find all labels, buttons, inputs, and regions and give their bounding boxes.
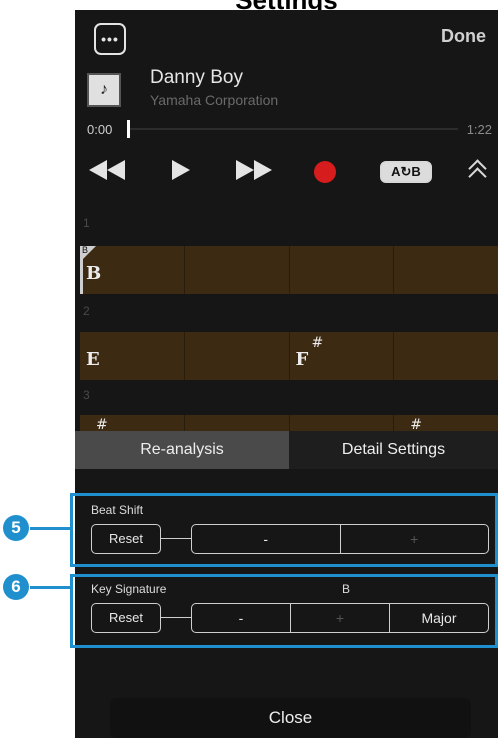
total-time: 1:22 xyxy=(466,122,492,137)
play-button[interactable] xyxy=(172,160,192,182)
done-button[interactable]: Done xyxy=(441,26,486,47)
fast-forward-button[interactable] xyxy=(236,160,276,182)
chord-row: E F # xyxy=(80,332,498,380)
more-options-button[interactable]: ••• xyxy=(94,23,126,55)
chord-cell[interactable] xyxy=(184,246,290,294)
chord-name: E xyxy=(86,349,100,370)
song-artist: Yamaha Corporation xyxy=(150,92,279,108)
ellipsis-icon: ••• xyxy=(101,31,119,47)
current-time: 0:00 xyxy=(87,122,113,137)
rewind-icon xyxy=(89,160,107,180)
collapse-button[interactable] xyxy=(467,156,489,186)
chord-cell[interactable]: B B xyxy=(80,245,185,294)
tab-bar: Re-analysis Detail Settings xyxy=(75,431,498,469)
fast-forward-icon xyxy=(236,160,254,180)
song-title: Danny Boy xyxy=(150,67,243,88)
chord-cell[interactable]: E xyxy=(80,332,185,380)
progress-thumb[interactable] xyxy=(127,120,130,138)
beat-shift-highlight xyxy=(70,493,498,567)
chord-cell[interactable]: F # xyxy=(289,332,395,380)
progress-slider[interactable] xyxy=(127,128,458,130)
chord-cell[interactable] xyxy=(394,332,498,380)
music-note-icon: ♪ xyxy=(87,73,121,107)
key-signature-highlight xyxy=(70,574,498,648)
sharp-icon: # xyxy=(311,335,324,351)
chord-name: F # xyxy=(295,335,324,370)
tab-reanalysis[interactable]: Re-analysis xyxy=(75,431,289,469)
ab-repeat-button[interactable]: A↻B xyxy=(380,161,432,183)
chord-row: B B xyxy=(80,245,498,294)
bar-number: 2 xyxy=(83,304,90,318)
callout-badge: 6 xyxy=(3,574,29,600)
callout-badge: 5 xyxy=(3,515,29,541)
bar-number: 1 xyxy=(83,216,90,230)
chord-cell[interactable] xyxy=(394,246,498,294)
chord-cell[interactable] xyxy=(184,332,290,380)
chord-cell[interactable] xyxy=(289,246,395,294)
play-icon xyxy=(172,160,190,180)
tab-detail-settings[interactable]: Detail Settings xyxy=(289,431,498,469)
chord-chart: 1 B B 2 E F # 3 # # xyxy=(75,213,498,463)
chord-name: B xyxy=(86,263,102,284)
record-button[interactable] xyxy=(314,161,336,183)
bar-number: 3 xyxy=(83,388,90,402)
close-button[interactable]: Close xyxy=(110,698,471,738)
rewind-button[interactable] xyxy=(89,160,129,182)
